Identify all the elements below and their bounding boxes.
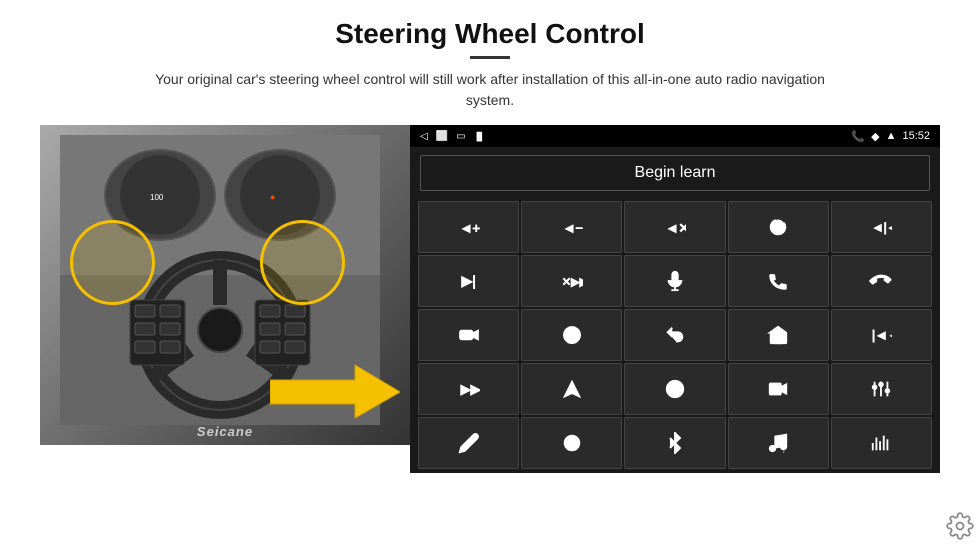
car-image: 100 ● [40, 125, 410, 445]
begin-learn-row: Begin learn [410, 147, 940, 199]
svg-text:|◄◄: |◄◄ [872, 328, 892, 343]
swap-button[interactable] [624, 363, 725, 415]
power-button[interactable] [728, 201, 829, 253]
music-button[interactable]: ♪ [728, 417, 829, 469]
home-nav-icon[interactable]: ⬜ [436, 131, 448, 142]
highlight-circle-right [260, 220, 345, 305]
battery-small-icon: ▐▌ [474, 132, 485, 141]
svg-text:◄✕: ◄✕ [666, 221, 686, 236]
phone-status-icon: 📞 [851, 130, 865, 143]
gear-icon[interactable] [946, 512, 974, 540]
home-button[interactable] [728, 309, 829, 361]
pen-button[interactable] [418, 417, 519, 469]
svg-text:●: ● [270, 192, 275, 202]
navigation-button[interactable] [521, 363, 622, 415]
vol-up-button[interactable]: ◄+ [418, 201, 519, 253]
svg-text:✕▶▶: ✕▶▶ [562, 277, 583, 289]
record-button[interactable] [728, 363, 829, 415]
svg-text:▶▶|: ▶▶| [460, 382, 479, 397]
signal-status-icon: ▲ [886, 130, 897, 142]
camera-button[interactable] [418, 309, 519, 361]
svg-text:◄|◄◄: ◄|◄◄ [872, 221, 892, 235]
svg-text:◄−: ◄− [563, 221, 583, 236]
wifi-status-icon: ◆ [871, 130, 879, 143]
mute-button[interactable]: ◄✕ [624, 201, 725, 253]
page-subtitle: Your original car's steering wheel contr… [140, 69, 840, 111]
back-button[interactable] [624, 309, 725, 361]
next-button[interactable]: ▶| [418, 255, 519, 307]
view360-button[interactable]: 360° [521, 309, 622, 361]
audio-bars-button[interactable] [831, 417, 932, 469]
recents-nav-icon[interactable]: ▭ [456, 131, 465, 142]
seicane-watermark: Seicane [197, 424, 253, 439]
vol-down-button[interactable]: ◄− [521, 201, 622, 253]
svg-text:◄+: ◄+ [459, 221, 479, 236]
page-title: Steering Wheel Control [335, 18, 645, 50]
equalizer-button[interactable] [831, 363, 932, 415]
microphone-button[interactable] [624, 255, 725, 307]
begin-learn-button[interactable]: Begin learn [420, 155, 930, 191]
status-right: 📞 ◆ ▲ 15:52 [851, 130, 930, 143]
skip-forward-button[interactable]: ▶▶| [418, 363, 519, 415]
skip-back-button[interactable]: |◄◄ [831, 309, 932, 361]
svg-text:360°: 360° [567, 339, 577, 344]
svg-text:100: 100 [150, 193, 164, 202]
phone-button[interactable] [728, 255, 829, 307]
title-divider [470, 56, 510, 59]
control-panel: ◁ ⬜ ▭ ▐▌ 📞 ◆ ▲ 15:52 Begin learn [410, 125, 940, 473]
svg-text:▶|: ▶| [461, 274, 475, 289]
status-left: ◁ ⬜ ▭ ▐▌ [420, 131, 485, 142]
yellow-arrow [270, 360, 400, 425]
prev-hold-button[interactable]: ◄|◄◄ [831, 201, 932, 253]
status-bar: ◁ ⬜ ▭ ▐▌ 📞 ◆ ▲ 15:52 [410, 125, 940, 147]
highlight-circle-left [70, 220, 155, 305]
target-button[interactable] [521, 417, 622, 469]
fast-forward-button[interactable]: ✕▶▶ [521, 255, 622, 307]
time-display: 15:52 [902, 130, 930, 142]
buttons-grid: ◄+ ◄− ◄✕ ◄|◄◄ [410, 199, 940, 473]
hangup-button[interactable] [831, 255, 932, 307]
bluetooth-button[interactable] [624, 417, 725, 469]
svg-text:♪: ♪ [783, 449, 785, 454]
back-nav-icon[interactable]: ◁ [420, 131, 428, 142]
